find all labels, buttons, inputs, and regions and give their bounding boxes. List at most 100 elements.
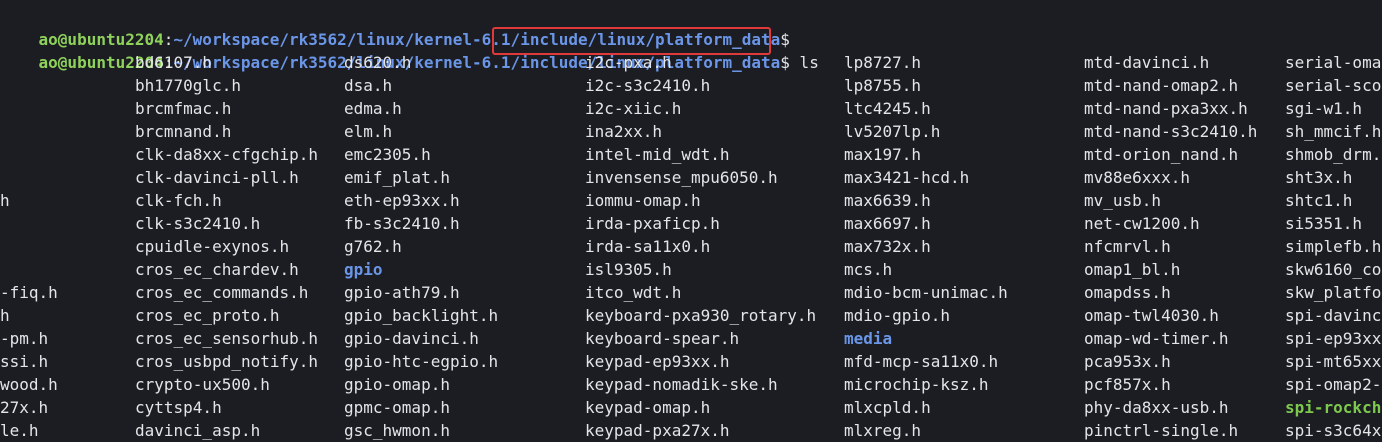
file-entry: sgi-w1.h <box>1285 99 1363 118</box>
prompt-path: ~/workspace/rk3562/linux/kernel-6.1/incl… <box>173 53 781 72</box>
file-entry: iommu-omap.h <box>585 191 701 210</box>
file-entry: isl9305.h <box>585 260 672 279</box>
file-entry: phy-da8xx-usb.h <box>1084 398 1229 417</box>
file-entry: net-cw1200.h <box>1084 214 1200 233</box>
file-entry: gpio-davinci.h <box>344 329 479 348</box>
file-entry: skw_platfo <box>1285 283 1382 302</box>
file-entry: keyboard-spear.h <box>585 329 740 348</box>
file-entry: max3421-hcd.h <box>844 168 970 187</box>
file-entry: ina2xx.h <box>585 122 663 141</box>
file-entry: keypad-pxa27x.h <box>585 421 730 440</box>
file-entry: i2c-xiic.h <box>585 99 682 118</box>
file-entry: max732x.h <box>844 237 931 256</box>
file-entry: mtd-nand-pxa3xx.h <box>1084 99 1248 118</box>
file-entry: davinci_asp.h <box>135 421 261 440</box>
file-entry: brcmnand.h <box>135 122 232 141</box>
file-entry: omapdss.h <box>1084 283 1171 302</box>
file-entry: h <box>0 191 10 210</box>
file-entry: mv88e6xxx.h <box>1084 168 1190 187</box>
file-entry: mcs.h <box>844 260 893 279</box>
file-entry: emc2305.h <box>344 145 431 164</box>
file-entry: fb-s3c2410.h <box>344 214 460 233</box>
file-entry: eth-ep93xx.h <box>344 191 460 210</box>
file-entry: pinctrl-single.h <box>1084 421 1239 440</box>
file-entry: invensense_mpu6050.h <box>585 168 778 187</box>
file-entry: mdio-bcm-unimac.h <box>844 283 1008 302</box>
file-entry: irda-pxaficp.h <box>585 214 720 233</box>
file-entry: intel-mid_wdt.h <box>585 145 730 164</box>
prompt-line: ao@ubuntu2204:~/workspace/rk3562/linux/k… <box>0 5 790 49</box>
file-entry: gpio-omap.h <box>344 375 450 394</box>
file-entry: mtd-nand-omap2.h <box>1084 76 1239 95</box>
file-entry: shtc1.h <box>1285 191 1353 210</box>
file-entry: mfd-mcp-sa11x0.h <box>844 352 999 371</box>
file-entry: max6639.h <box>844 191 931 210</box>
file-entry: clk-davinci-pll.h <box>135 168 299 187</box>
file-entry: crypto-ux500.h <box>135 375 270 394</box>
file-entry: skw6160_co <box>1285 260 1382 279</box>
file-entry: mtd-davinci.h <box>1084 53 1210 72</box>
file-entry: le.h <box>0 421 39 440</box>
directory-entry: media <box>844 329 893 348</box>
file-entry: gpio_backlight.h <box>344 306 499 325</box>
file-entry: i2c-pxa.h <box>585 53 672 72</box>
file-entry: edma.h <box>344 99 402 118</box>
file-entry: si5351.h <box>1285 214 1363 233</box>
terminal-window[interactable]: ao@ubuntu2204:~/workspace/rk3562/linux/k… <box>0 0 1382 440</box>
file-entry: omap-twl4030.h <box>1084 306 1219 325</box>
file-entry: h <box>0 306 10 325</box>
file-entry: ltc4245.h <box>844 99 931 118</box>
file-entry: cros_ec_proto.h <box>135 306 280 325</box>
file-entry: nfcmrvl.h <box>1084 237 1171 256</box>
file-entry: shmob_drm. <box>1285 145 1382 164</box>
file-entry: cros_ec_chardev.h <box>135 260 299 279</box>
file-entry: pca953x.h <box>1084 352 1171 371</box>
file-entry: g762.h <box>344 237 402 256</box>
file-entry: gsc_hwmon.h <box>344 421 450 440</box>
file-entry: clk-fch.h <box>135 191 222 210</box>
file-entry: itco_wdt.h <box>585 283 682 302</box>
file-entry: mv_usb.h <box>1084 191 1162 210</box>
file-entry: spi-mt65xx <box>1285 352 1382 371</box>
prompt-symbol: $ <box>780 53 790 72</box>
file-entry: mlxreg.h <box>844 421 922 440</box>
file-entry: bh1770glc.h <box>135 76 241 95</box>
file-entry: cros_ec_commands.h <box>135 283 309 302</box>
file-entry: lp8727.h <box>844 53 922 72</box>
file-entry: gpio-htc-egpio.h <box>344 352 499 371</box>
file-entry: emif_plat.h <box>344 168 450 187</box>
file-entry: cpuidle-exynos.h <box>135 237 290 256</box>
file-entry: serial-oma <box>1285 53 1382 72</box>
file-entry: spi-rockch <box>1285 398 1382 417</box>
file-entry: mdio-gpio.h <box>844 306 950 325</box>
file-entry: gpio-ath79.h <box>344 283 460 302</box>
file-entry: 27x.h <box>0 398 49 417</box>
file-entry: lp8755.h <box>844 76 922 95</box>
prompt-command: ls <box>789 53 819 72</box>
file-entry: spi-davinc <box>1285 306 1382 325</box>
file-entry: max197.h <box>844 145 922 164</box>
prompt-line: ao@ubuntu2204:~/workspace/rk3562/linux/k… <box>0 28 819 72</box>
file-entry: omap1_bl.h <box>1084 260 1181 279</box>
file-entry: cyttsp4.h <box>135 398 222 417</box>
file-entry: keyboard-pxa930_rotary.h <box>585 306 817 325</box>
file-entry: sht3x.h <box>1285 168 1353 187</box>
file-entry: keypad-omap.h <box>585 398 711 417</box>
file-entry: ssi.h <box>0 352 49 371</box>
file-entry: max6697.h <box>844 214 931 233</box>
file-entry: clk-s3c2410.h <box>135 214 261 233</box>
file-entry: serial-sco <box>1285 76 1382 95</box>
file-entry: bd6107.h <box>135 53 213 72</box>
file-entry: ds620.h <box>344 53 412 72</box>
file-entry: -pm.h <box>0 329 49 348</box>
file-entry: keypad-ep93xx.h <box>585 352 730 371</box>
file-entry: spi-omap2- <box>1285 375 1382 394</box>
file-entry: irda-sa11x0.h <box>585 237 711 256</box>
file-entry: gpmc-omap.h <box>344 398 450 417</box>
file-entry: spi-s3c64x <box>1285 421 1382 440</box>
directory-entry: gpio <box>344 260 383 279</box>
file-entry: pcf857x.h <box>1084 375 1171 394</box>
file-entry: spi-ep93xx <box>1285 329 1382 348</box>
file-entry: sh_mmcif.h <box>1285 122 1382 141</box>
file-entry: mtd-nand-s3c2410.h <box>1084 122 1258 141</box>
